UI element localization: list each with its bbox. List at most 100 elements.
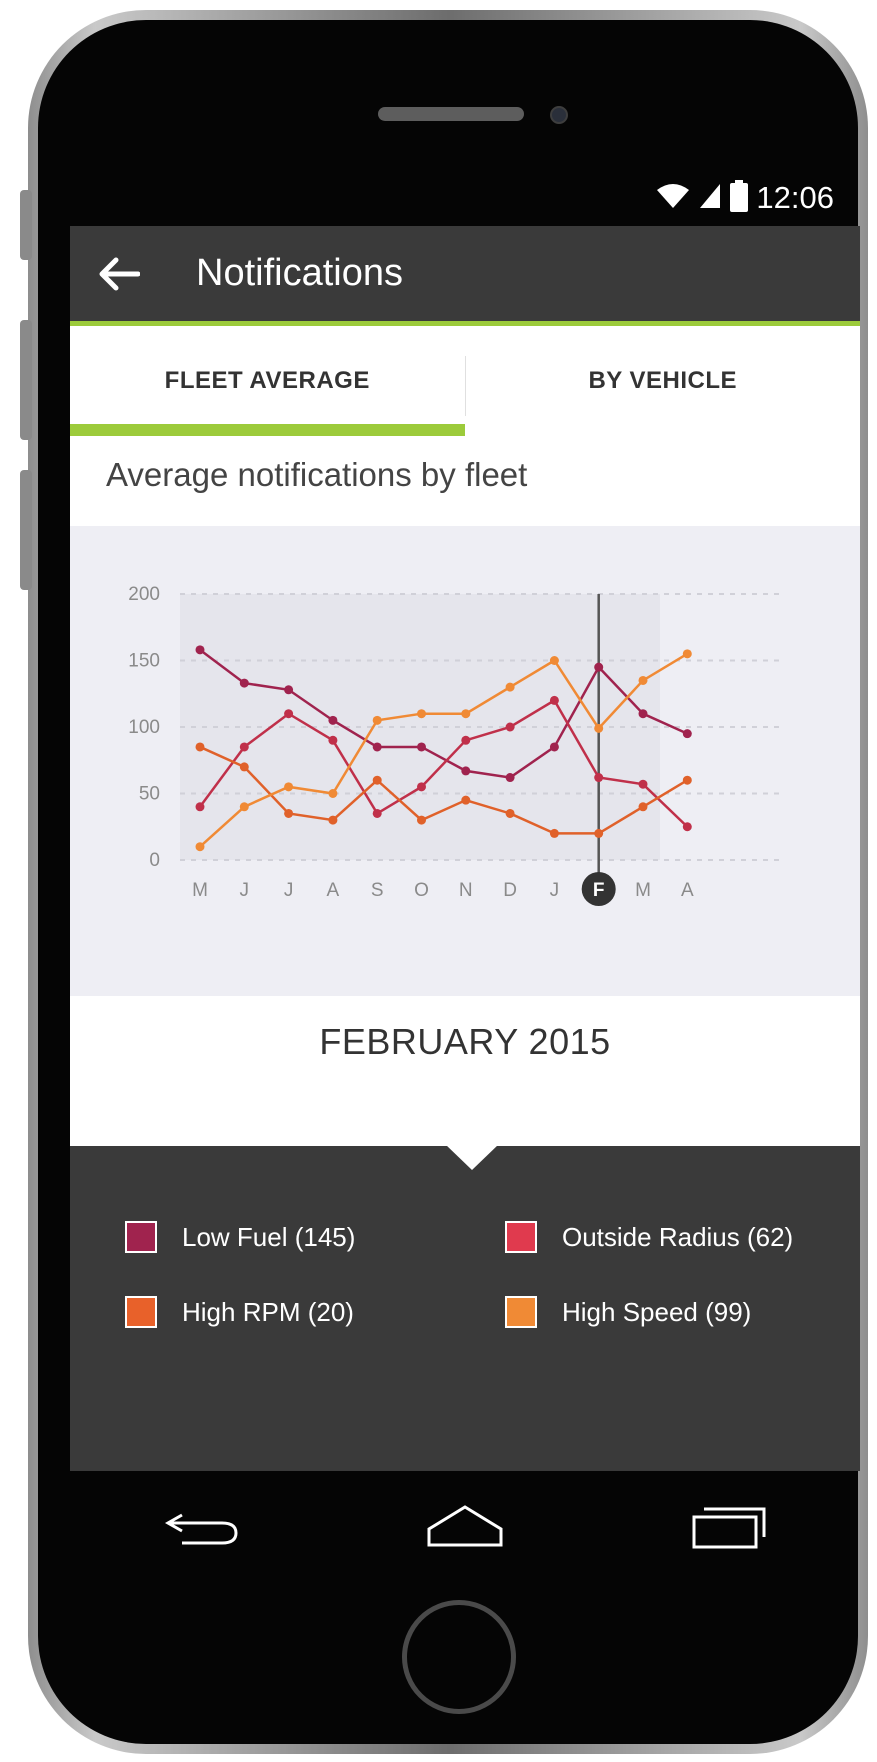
data-point	[239, 742, 249, 752]
legend-label: High RPM (20)	[182, 1296, 354, 1327]
data-point	[328, 735, 338, 745]
home-icon	[427, 1505, 503, 1547]
status-bar: 12:06	[70, 170, 860, 226]
data-point	[505, 682, 515, 692]
legend-swatch	[125, 1221, 157, 1253]
data-point	[417, 782, 426, 792]
y-tick-label: 150	[128, 651, 160, 672]
data-point	[505, 773, 515, 783]
volume-up-button	[20, 320, 32, 440]
data-point	[682, 822, 692, 832]
data-point	[594, 828, 604, 838]
legend-swatch	[505, 1221, 537, 1253]
legend-label: High Speed (99)	[562, 1296, 752, 1327]
y-tick-label: 200	[128, 584, 160, 605]
tab-by-vehicle[interactable]: BY VEHICLE	[466, 326, 861, 436]
data-point	[638, 779, 648, 789]
volume-down-button	[20, 470, 32, 590]
tab-fleet-average[interactable]: FLEET AVERAGE	[70, 326, 465, 436]
tab-bar: FLEET AVERAGE BY VEHICLE	[70, 326, 860, 436]
hardware-home-button[interactable]	[402, 1600, 516, 1714]
app-screen: Notifications FLEET AVERAGE BY VEHICLE A…	[70, 226, 860, 1471]
nav-back-button[interactable]	[152, 1491, 252, 1561]
data-point	[372, 775, 382, 785]
data-point	[461, 735, 471, 745]
data-point	[461, 766, 471, 776]
x-tick-label: O	[414, 880, 429, 901]
legend-panel: Low Fuel (145) Outside Radius (62) High …	[70, 1144, 860, 1471]
battery-icon	[730, 179, 749, 217]
data-point	[284, 709, 294, 719]
legend-pointer	[445, 1144, 499, 1170]
legend-item-low-fuel: Low Fuel (145)	[125, 1221, 355, 1253]
data-point	[328, 789, 338, 798]
x-tick-label: J	[284, 880, 294, 901]
x-tick-label: D	[503, 880, 517, 901]
legend-swatch	[125, 1296, 157, 1328]
data-point	[638, 802, 648, 812]
data-point	[682, 649, 692, 659]
wifi-icon	[656, 182, 690, 215]
app-bar: Notifications	[70, 226, 860, 326]
y-tick-label: 0	[149, 850, 160, 871]
data-point	[417, 742, 426, 752]
data-point	[505, 722, 515, 732]
chart-heading: Average notifications by fleet	[106, 456, 528, 493]
navigation-bar	[70, 1471, 860, 1581]
data-point	[594, 662, 604, 672]
data-point	[239, 678, 249, 688]
data-point	[239, 802, 249, 812]
legend-item-high-speed: High Speed (99)	[505, 1296, 751, 1328]
legend-item-high-rpm: High RPM (20)	[125, 1296, 354, 1328]
legend-label: Low Fuel (145)	[182, 1221, 356, 1252]
nav-home-button[interactable]	[415, 1491, 515, 1561]
data-point	[594, 773, 604, 783]
page-title: Notifications	[196, 252, 403, 294]
x-tick-label: F	[593, 880, 605, 901]
data-point	[461, 709, 471, 719]
line-chart: 0 50 100 150 200 M J J A S O N D J F M A	[128, 584, 780, 906]
data-point	[372, 715, 382, 725]
earpiece-speaker	[378, 107, 524, 121]
y-tick-label: 100	[128, 717, 160, 738]
legend-label: Outside Radius (62)	[562, 1221, 794, 1252]
data-point	[549, 742, 559, 752]
data-point	[372, 808, 382, 818]
data-point	[638, 675, 648, 685]
chart-area: 0 50 100 150 200 M J J A S O N D J F M A	[70, 526, 860, 996]
data-point	[372, 742, 382, 752]
x-tick-label: M	[635, 880, 651, 901]
data-point	[328, 815, 338, 825]
nav-recents-button[interactable]	[678, 1491, 778, 1561]
data-point	[195, 645, 205, 655]
back-icon	[164, 1513, 238, 1545]
back-button[interactable]	[96, 229, 166, 319]
data-point	[461, 795, 471, 805]
status-time: 12:06	[756, 180, 834, 215]
x-tick-label: J	[240, 880, 250, 901]
silent-switch	[20, 190, 32, 260]
selected-month-label: FEBRUARY 2015	[319, 1021, 611, 1062]
x-tick-label: A	[681, 880, 694, 901]
x-tick-label: J	[550, 880, 560, 901]
x-tick-label: S	[371, 880, 384, 901]
y-tick-label: 50	[139, 784, 160, 805]
arrow-left-icon	[99, 257, 140, 290]
legend-item-outside-radius: Outside Radius (62)	[505, 1221, 793, 1253]
x-tick-label: M	[192, 880, 208, 901]
legend-swatch	[505, 1296, 537, 1328]
data-point	[284, 808, 294, 818]
data-point	[682, 775, 692, 785]
data-point	[284, 782, 294, 792]
data-point	[195, 802, 205, 812]
data-point	[195, 742, 205, 752]
x-tick-label: A	[327, 880, 340, 901]
data-point	[284, 685, 294, 695]
data-point	[549, 828, 559, 838]
data-point	[549, 695, 559, 705]
data-point	[549, 656, 559, 665]
x-tick-label: N	[459, 880, 473, 901]
data-point	[638, 709, 648, 719]
data-point	[195, 842, 205, 852]
data-point	[328, 715, 338, 725]
